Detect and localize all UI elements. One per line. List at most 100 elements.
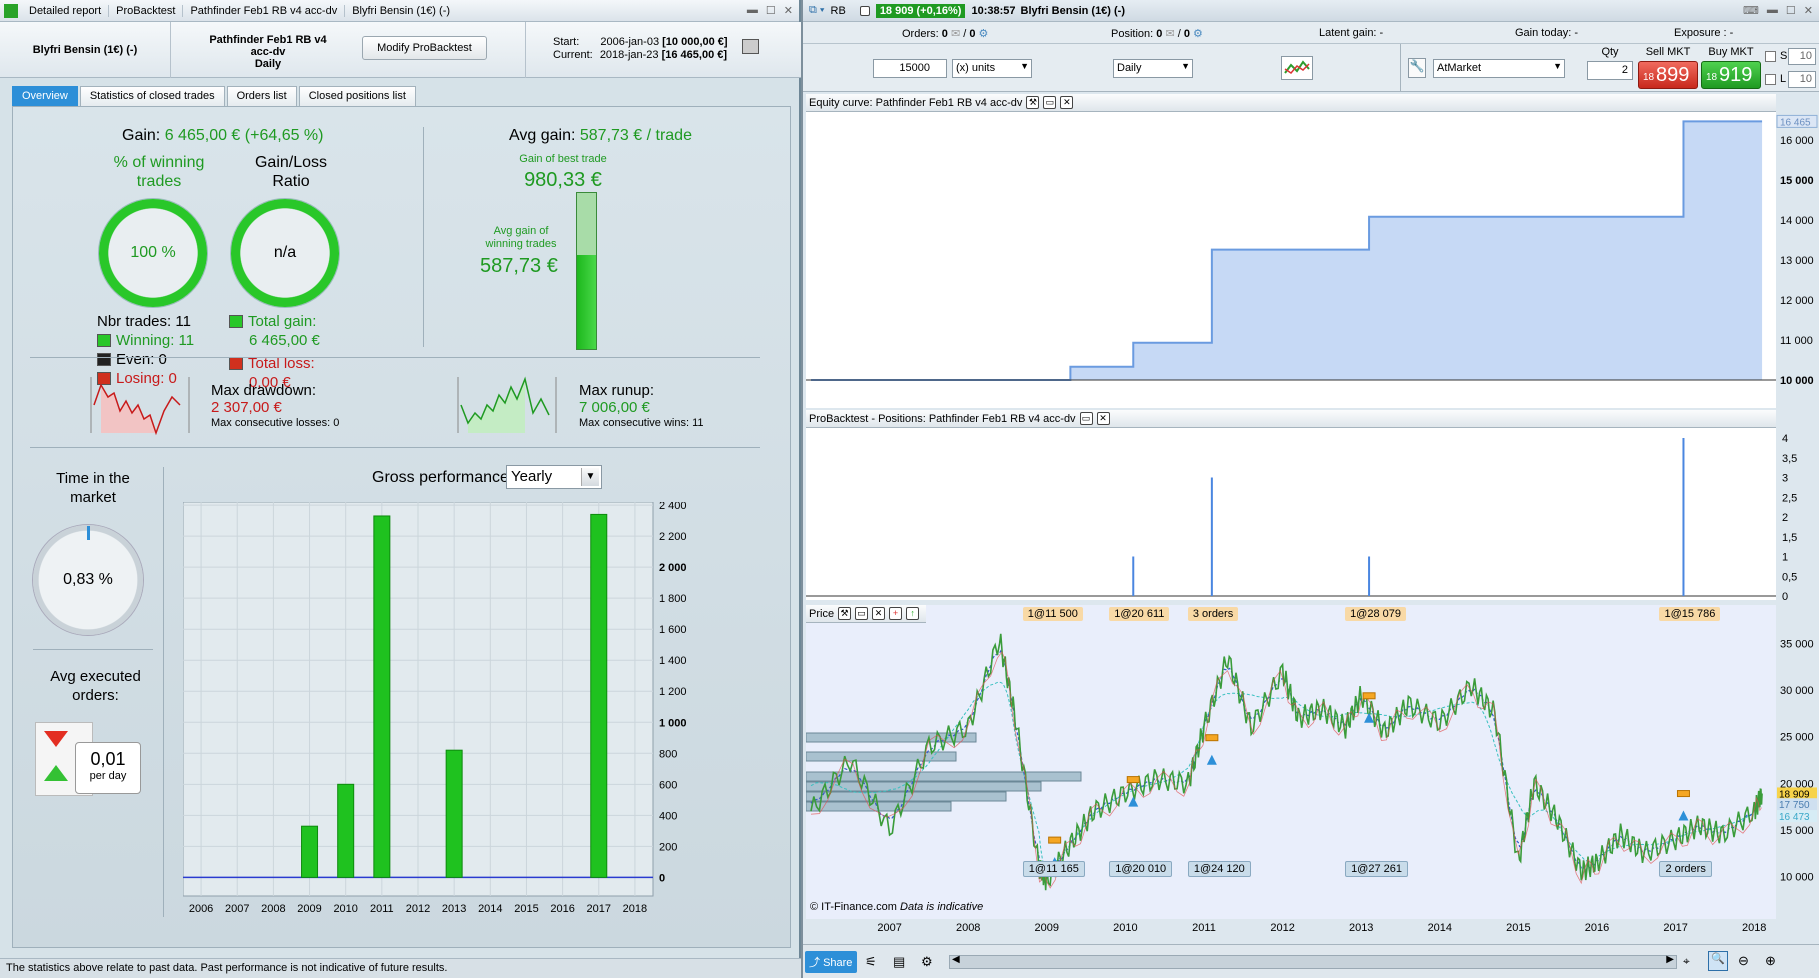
zoom-select-icon[interactable]: 🔍 xyxy=(1708,951,1728,971)
wrench-icon[interactable]: 🔧 xyxy=(1408,58,1426,78)
tab-overview[interactable]: Overview xyxy=(12,86,78,106)
time-scrollbar[interactable]: ◀ ▶ xyxy=(949,954,1677,969)
chevron-down-icon[interactable]: ▼ xyxy=(581,468,599,486)
gl-ratio-value: n/a xyxy=(273,244,297,261)
close-icon-right[interactable]: ✕ xyxy=(1804,4,1813,17)
time-tick: 2016 xyxy=(1585,922,1609,934)
modify-probacktest-button[interactable]: Modify ProBacktest xyxy=(362,36,487,60)
window-icon[interactable]: ▭ xyxy=(1043,96,1057,109)
tab-orders-list[interactable]: Orders list xyxy=(226,86,297,106)
zoom-out-icon[interactable]: ⊖ xyxy=(1738,953,1749,969)
maximize-icon[interactable]: ☐ xyxy=(766,4,776,17)
order-type-chevron-icon[interactable]: ▼ xyxy=(1553,61,1562,71)
indicator-icon[interactable]: ⚟ xyxy=(865,954,877,970)
price-chart xyxy=(805,633,1763,891)
price-tick: 35 000 xyxy=(1780,639,1814,651)
tab-closed-positions[interactable]: Closed positions list xyxy=(298,86,416,106)
order-tag-top[interactable]: 3 orders xyxy=(1187,607,1239,621)
scroll-right-icon[interactable]: ▶ xyxy=(1666,954,1674,965)
max-cons-wins: Max consecutive wins: 11 xyxy=(579,417,704,429)
tools-icon[interactable]: ⚙ xyxy=(921,954,933,970)
sell-price-big: 899 xyxy=(1656,64,1690,86)
close-pane-icon[interactable]: ✕ xyxy=(872,607,886,620)
maximize-icon-right[interactable]: ☐ xyxy=(1786,4,1796,17)
share-button[interactable]: ⤴ Share xyxy=(805,951,857,973)
sell-market-button[interactable]: 18 899 xyxy=(1638,61,1698,89)
chart-style-icon[interactable] xyxy=(1281,56,1313,80)
period-chevron-icon[interactable]: ▼ xyxy=(1181,61,1190,71)
chart-menu-icon[interactable]: ⧉ ▾ xyxy=(803,4,831,17)
equity-chart xyxy=(806,120,1776,381)
keyboard-icon[interactable]: ⌨ xyxy=(1743,4,1759,17)
tab-statistics[interactable]: Statistics of closed trades xyxy=(79,86,225,106)
order-type-select[interactable]: AtMarket ▼ xyxy=(1433,59,1565,78)
price-line xyxy=(810,633,1763,891)
stop-checkbox[interactable] xyxy=(1765,51,1776,62)
order-tag-top[interactable]: 1@11 500 xyxy=(1022,607,1083,621)
close-icon[interactable]: ✕ xyxy=(784,4,793,17)
window-icon[interactable]: ▭ xyxy=(1079,412,1093,425)
volume-profile-bar xyxy=(805,751,957,762)
max-runup-value: 7 006,00 € xyxy=(579,399,650,416)
period-select[interactable]: Daily ▼ xyxy=(1113,59,1193,78)
limit-checkbox[interactable] xyxy=(1765,74,1776,85)
order-tag-top[interactable]: 1@28 079 xyxy=(1345,607,1406,621)
order-tag-bottom[interactable]: 1@20 010 xyxy=(1109,861,1173,877)
close-pane-icon[interactable]: ✕ xyxy=(1060,96,1074,109)
order-tag-bottom[interactable]: 1@11 165 xyxy=(1022,861,1085,877)
order-tag-top[interactable]: 1@15 786 xyxy=(1659,607,1721,621)
title-tab-system[interactable]: Pathfinder Feb1 RB v4 acc-dv xyxy=(183,4,346,17)
equity-pane-bar: Equity curve: Pathfinder Feb1 RB v4 acc-… xyxy=(806,94,1776,112)
limit-input[interactable]: 10 xyxy=(1788,71,1816,88)
y-tick-label: 1 200 xyxy=(659,686,687,698)
max-drawdown-label: Max drawdown: xyxy=(211,382,317,399)
add-indicator-icon[interactable]: + xyxy=(889,607,903,620)
title-tab-instrument[interactable]: Blyfri Bensin (1€) (-) xyxy=(345,5,457,17)
avg-gain-label: Avg gain: xyxy=(509,127,576,144)
window-icon[interactable]: ▭ xyxy=(855,607,869,620)
bottom-toolbar: ⤴ Share ⚟ ▤ ⚙ ◀ ▶ ⌖ 🔍 ⊖ ⊕ xyxy=(803,944,1819,978)
minimize-icon-right[interactable]: ▬ xyxy=(1767,4,1778,17)
y-tick-label: 1 800 xyxy=(659,593,687,605)
divider-vertical-2 xyxy=(163,467,164,917)
minimize-icon[interactable]: ▬ xyxy=(747,4,758,17)
total-gain-value: 6 465,00 € xyxy=(249,332,320,349)
x-tick-label: 2013 xyxy=(442,903,466,912)
order-tag-bottom[interactable]: 1@27 261 xyxy=(1345,861,1408,877)
stop-input[interactable]: 10 xyxy=(1788,48,1816,65)
time-tick: 2015 xyxy=(1506,922,1530,934)
order-tag-bottom[interactable]: 2 orders xyxy=(1659,861,1712,877)
report-icon[interactable]: ▤ xyxy=(893,954,905,970)
order-tag-top[interactable]: 1@20 611 xyxy=(1109,607,1170,621)
wrench-icon[interactable]: ⚒ xyxy=(1026,96,1040,109)
qty-input[interactable]: 2 xyxy=(1587,61,1633,80)
equity-tick: 10 000 xyxy=(1780,375,1814,387)
move-up-icon[interactable]: ↑ xyxy=(906,607,920,620)
position-settings-icon[interactable]: ⚙ xyxy=(1193,28,1203,40)
print-icon[interactable] xyxy=(742,39,759,54)
title-tab-report[interactable]: Detailed report xyxy=(22,4,110,17)
close-pane-icon[interactable]: ✕ xyxy=(1096,412,1110,425)
time-tick: 2014 xyxy=(1428,922,1452,934)
wrench-icon[interactable]: ⚒ xyxy=(838,607,852,620)
price-pane: Price ⚒ ▭ ✕ + ↑ © IT-Finance.com Data is indi… xyxy=(805,605,1776,919)
units-chevron-icon[interactable]: ▼ xyxy=(1020,61,1029,71)
time-market-marker xyxy=(87,526,90,540)
orders-settings-icon[interactable]: ⚙ xyxy=(979,28,989,40)
units-select[interactable]: (x) units ▼ xyxy=(952,59,1032,78)
y-tick-label: 1 600 xyxy=(659,624,687,636)
crosshair-icon[interactable]: ⌖ xyxy=(1683,954,1690,969)
y-tick-label: 600 xyxy=(659,779,677,791)
gain-today: Gain today: - xyxy=(1515,27,1578,39)
positions-tick: 2,5 xyxy=(1782,492,1797,504)
title-tab-probacktest[interactable]: ProBacktest xyxy=(109,4,184,17)
qty-units-input[interactable]: 15000 xyxy=(873,59,947,78)
divider-3 xyxy=(33,649,153,650)
buy-market-button[interactable]: 18 919 xyxy=(1701,61,1761,89)
zoom-in-icon[interactable]: ⊕ xyxy=(1765,953,1776,969)
scroll-left-icon[interactable]: ◀ xyxy=(952,954,960,965)
order-tag-bottom[interactable]: 1@24 120 xyxy=(1187,861,1251,877)
gross-perf-select[interactable]: Yearly ▼ xyxy=(506,465,602,489)
x-tick-label: 2007 xyxy=(225,903,249,912)
info-icon[interactable] xyxy=(859,5,870,16)
